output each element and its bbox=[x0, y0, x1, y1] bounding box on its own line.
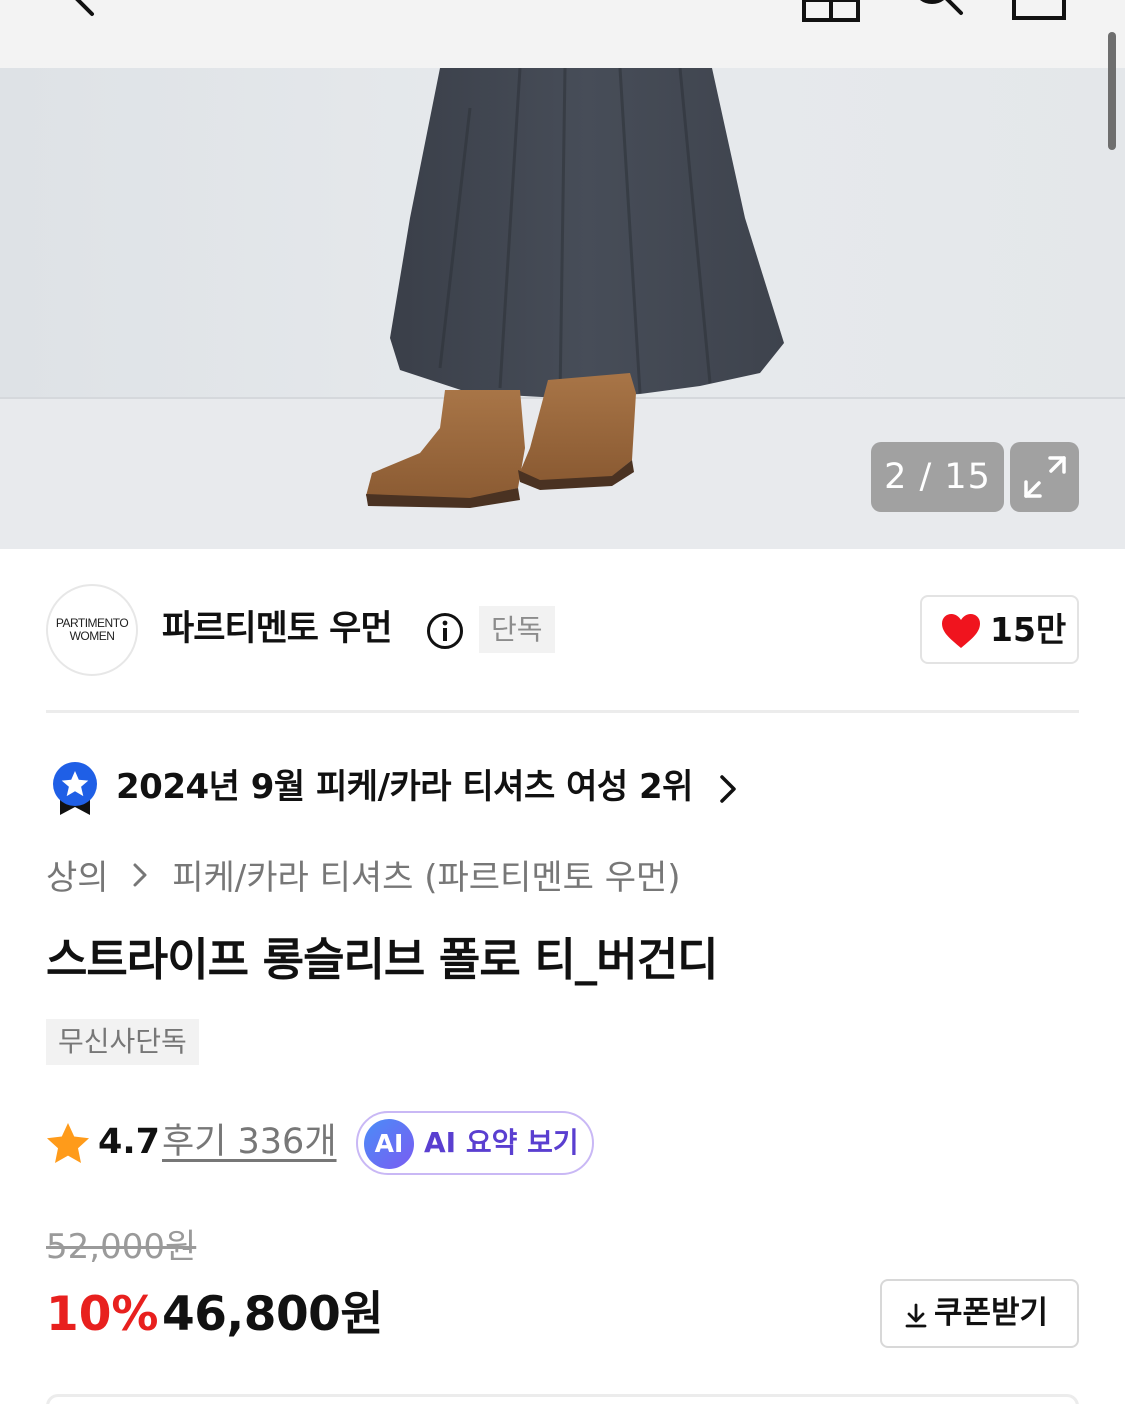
back-icon[interactable] bbox=[60, 0, 100, 18]
breadcrumb-category[interactable]: 상의 bbox=[46, 854, 109, 902]
product-title: 스트라이프 롱슬리브 폴로 티_버건디 bbox=[46, 933, 719, 986]
musinsa-exclusive-tag: 무신사단독 bbox=[46, 1019, 199, 1065]
coupon-label: 쿠폰받기 bbox=[934, 1295, 1049, 1331]
sale-price: 46,800원 bbox=[162, 1287, 384, 1342]
next-section-card bbox=[46, 1394, 1079, 1404]
original-price: 52,000원 bbox=[46, 1227, 197, 1267]
top-app-bar bbox=[0, 0, 1125, 68]
star-icon bbox=[47, 1123, 89, 1163]
like-count: 15만 bbox=[990, 610, 1067, 649]
chevron-right-icon bbox=[720, 775, 736, 803]
ai-summary-button[interactable]: AI AI 요약 보기 bbox=[356, 1111, 594, 1175]
info-icon[interactable] bbox=[426, 612, 464, 650]
search-icon[interactable] bbox=[905, 0, 967, 22]
heart-icon bbox=[942, 614, 980, 648]
ai-summary-label: AI 요약 보기 bbox=[424, 1126, 579, 1159]
exclusive-tag: 단독 bbox=[479, 606, 555, 653]
image-counter: 2 / 15 bbox=[871, 442, 1004, 512]
like-button[interactable]: 15만 bbox=[920, 595, 1079, 664]
ranking-text: 2024년 9월 피케/카라 티셔츠 여성 2위 bbox=[116, 767, 693, 807]
breadcrumb: 상의 피케/카라 티셔츠 (파르티멘토 우먼) bbox=[46, 852, 681, 902]
medal-icon bbox=[53, 762, 97, 815]
coupon-button[interactable]: 쿠폰받기 bbox=[880, 1279, 1079, 1348]
discount-rate: 10% bbox=[46, 1287, 159, 1342]
breadcrumb-subcategory[interactable]: 피케/카라 티셔츠 (파르티멘토 우먼) bbox=[172, 854, 680, 902]
cart-icon[interactable] bbox=[1008, 0, 1070, 22]
divider bbox=[46, 710, 1079, 713]
product-image-gallery[interactable]: 2 / 15 bbox=[0, 68, 1125, 549]
brand-logo[interactable]: PARTIMENTO WOMEN bbox=[46, 584, 138, 676]
expand-button[interactable] bbox=[1010, 442, 1079, 512]
expand-icon bbox=[1024, 456, 1066, 498]
review-count-link[interactable]: 후기 336개 bbox=[162, 1118, 337, 1166]
product-page: 2 / 15 PARTIMENTO WOMEN 파르티멘토 우먼 단독 15만 bbox=[0, 0, 1125, 1404]
rating-value: 4.7 bbox=[98, 1122, 161, 1162]
brand-logo-line2: WOMEN bbox=[69, 629, 115, 643]
brand-name[interactable]: 파르티멘토 우먼 bbox=[162, 606, 393, 652]
ai-badge-icon: AI bbox=[364, 1119, 414, 1169]
scrollbar[interactable] bbox=[1108, 32, 1116, 150]
ranking-banner[interactable]: 2024년 9월 피케/카라 티셔츠 여성 2위 bbox=[50, 760, 810, 816]
download-icon bbox=[905, 1303, 927, 1328]
home-icon[interactable] bbox=[800, 0, 862, 24]
chevron-right-icon bbox=[131, 854, 149, 902]
